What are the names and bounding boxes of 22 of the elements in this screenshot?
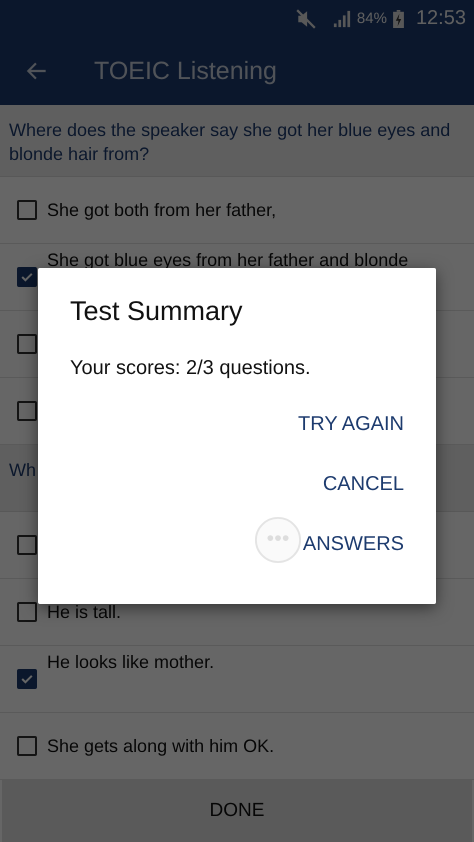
answer-option[interactable]: She got both from her father, — [47, 200, 276, 220]
dialog-button[interactable]: ANSWERS — [302, 520, 404, 569]
answer-option[interactable]: He is tall. — [47, 602, 122, 622]
dialog-title: Test Summary — [70, 296, 244, 327]
battery-charging-icon — [392, 10, 404, 28]
mute-icon — [294, 8, 317, 30]
checkbox[interactable] — [17, 200, 37, 220]
answer-option[interactable]: She gets along with him OK. — [47, 736, 274, 756]
dialog-message: Your scores: 2/3 questions. — [70, 357, 312, 380]
checkbox[interactable] — [17, 602, 37, 622]
answer-option[interactable]: He looks like mother. — [47, 652, 214, 673]
loading-icon — [254, 516, 302, 564]
app-title: TOEIC Listening — [94, 56, 277, 86]
clock-time: 12:53 — [416, 7, 466, 30]
dialog-button[interactable]: CANCEL — [322, 460, 404, 509]
battery-percentage: 84% — [356, 10, 387, 27]
done-button[interactable]: DONE — [2, 780, 472, 842]
checkbox[interactable] — [17, 267, 37, 287]
checkbox[interactable] — [17, 736, 37, 756]
signal-icon — [332, 10, 351, 28]
checkbox[interactable] — [17, 669, 37, 689]
question-text: Where does the speaker say she got her blue eyes and blonde hair from? — [0, 105, 474, 177]
